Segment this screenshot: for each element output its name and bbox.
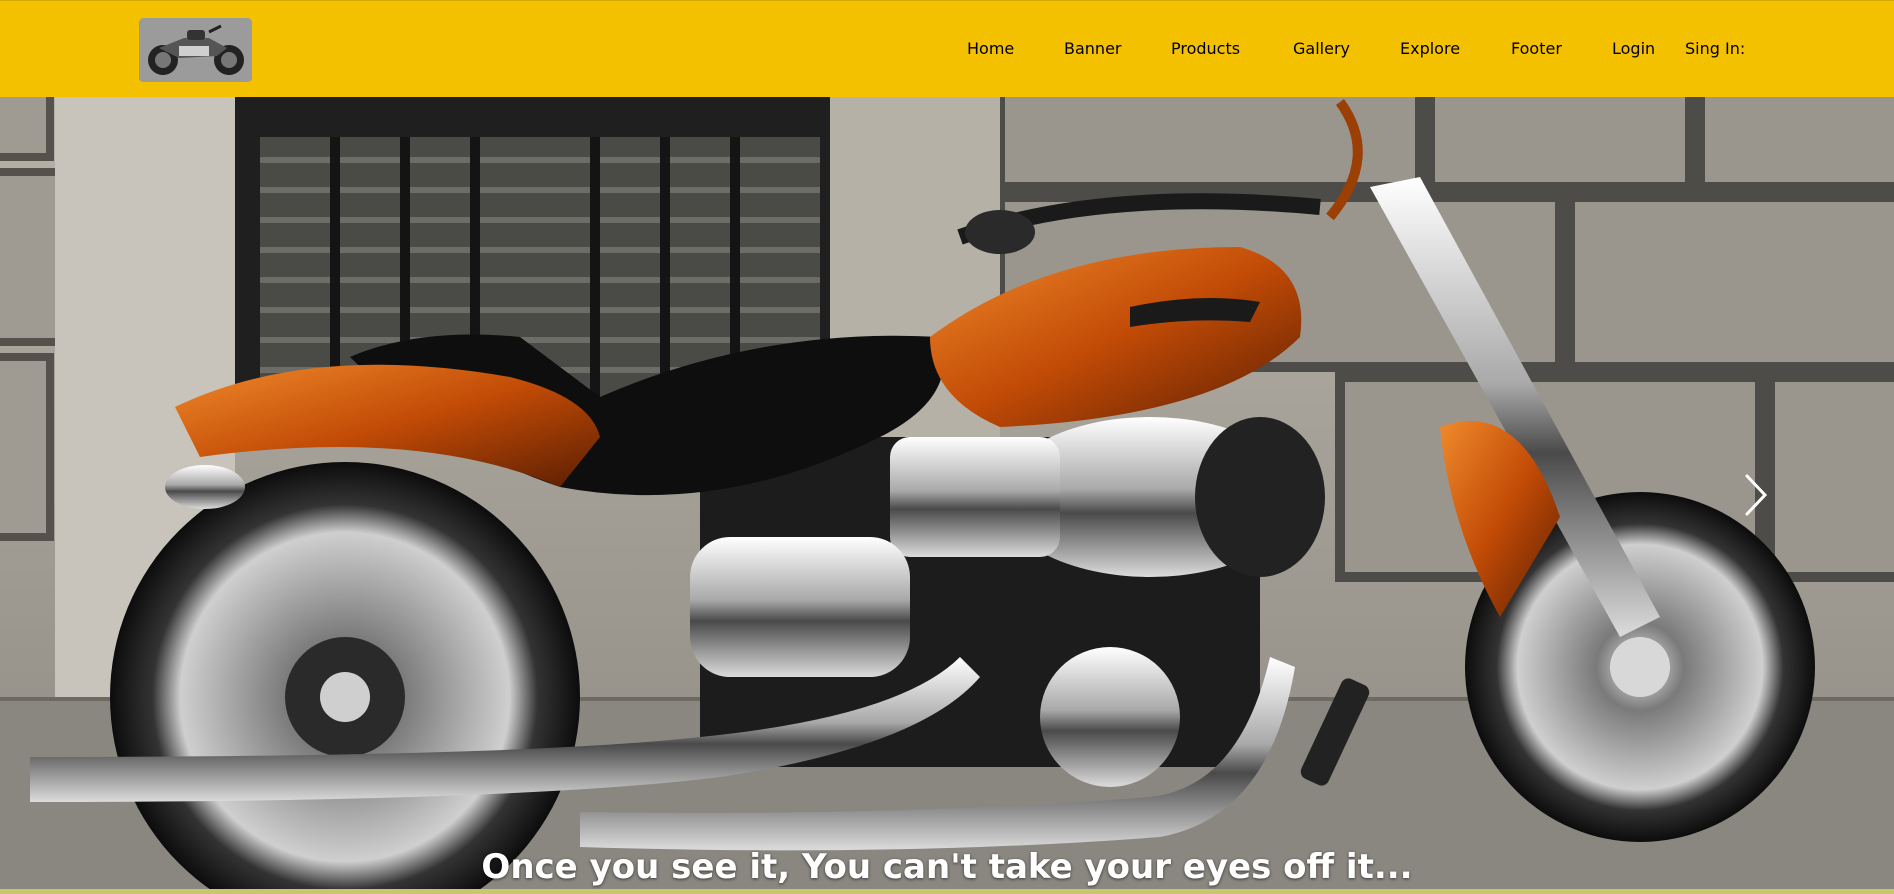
hero-motorcycle-image xyxy=(0,97,1894,894)
carousel-next-button[interactable] xyxy=(1741,472,1771,518)
nav-explore[interactable]: Explore xyxy=(1400,39,1460,58)
chevron-right-icon xyxy=(1745,474,1768,516)
nav-sign-in[interactable]: Sing In: xyxy=(1685,39,1745,58)
hero-banner: Once you see it, You can't take your eye… xyxy=(0,97,1894,894)
nav-gallery[interactable]: Gallery xyxy=(1293,39,1350,58)
bottom-divider xyxy=(0,889,1894,894)
nav-home[interactable]: Home xyxy=(967,39,1014,58)
hero-caption: Once you see it, You can't take your eye… xyxy=(481,847,1413,887)
nav-login[interactable]: Login xyxy=(1612,39,1655,58)
motorcycle-logo-icon[interactable] xyxy=(139,18,252,82)
nav-banner[interactable]: Banner xyxy=(1064,39,1121,58)
top-navbar: Home Banner Products Gallery Explore Foo… xyxy=(0,0,1894,97)
nav-products[interactable]: Products xyxy=(1171,39,1240,58)
nav-footer[interactable]: Footer xyxy=(1511,39,1562,58)
